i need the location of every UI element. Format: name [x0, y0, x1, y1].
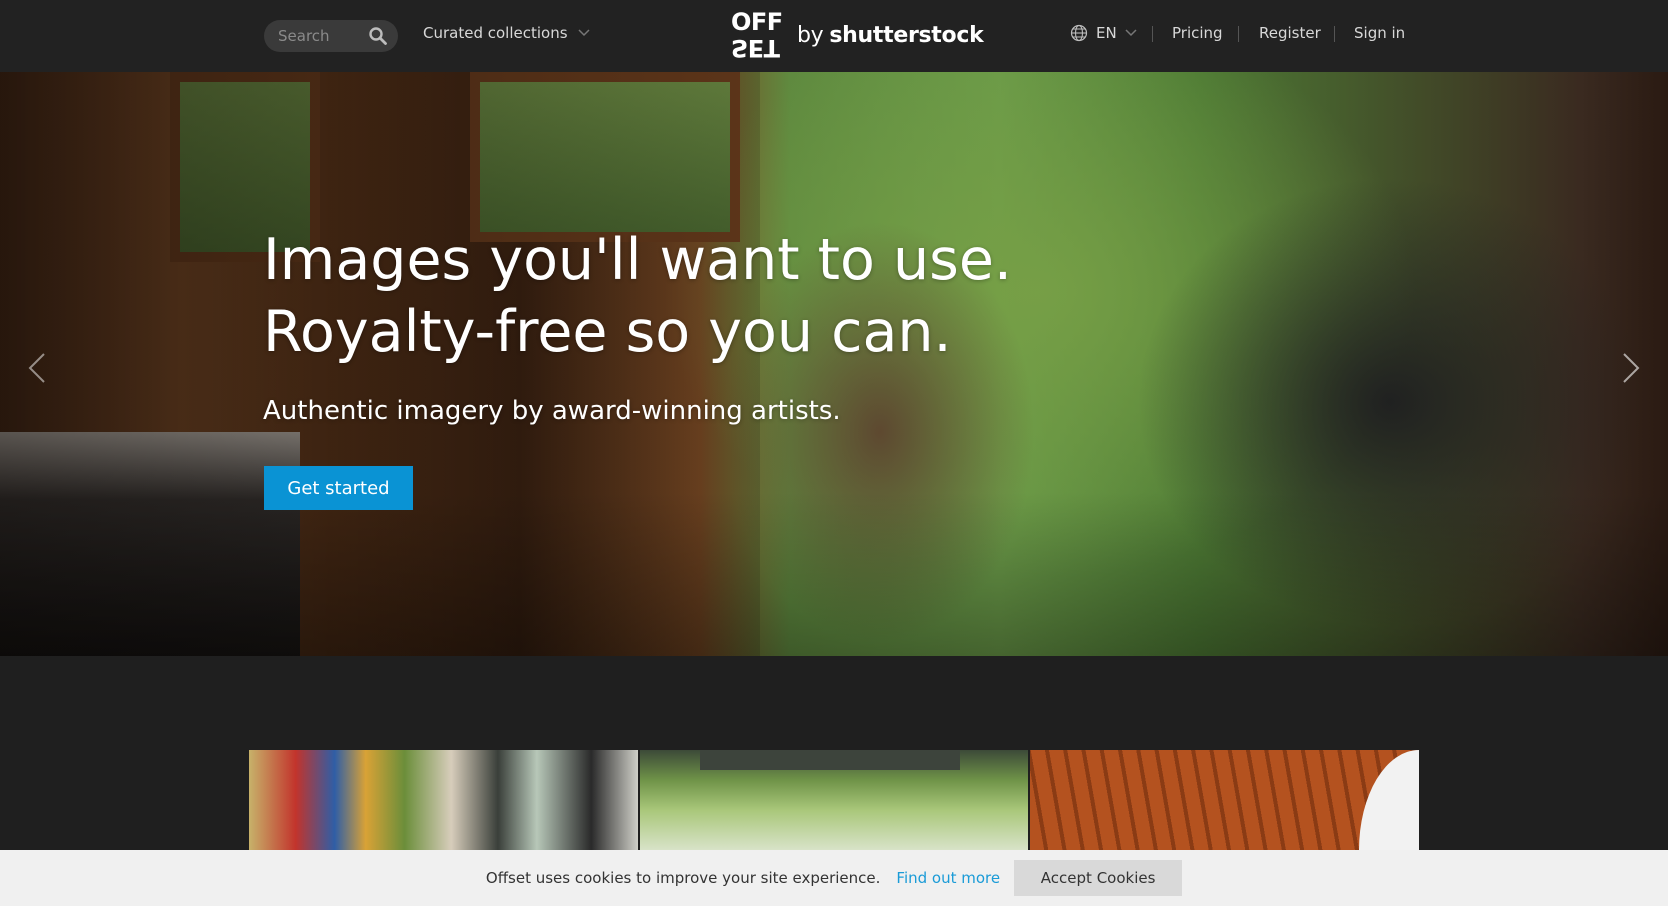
thumbnail-image[interactable]: [639, 750, 1029, 850]
thumbnail-detail: [1359, 750, 1420, 850]
curated-collections-menu[interactable]: Curated collections: [423, 24, 590, 42]
search-icon[interactable]: [368, 26, 388, 46]
arrow-left-icon[interactable]: [22, 348, 52, 388]
logo-brand: shutterstock: [829, 22, 984, 48]
search-input[interactable]: [278, 20, 368, 52]
cookie-find-out-more-link[interactable]: Find out more: [896, 869, 1000, 887]
search-box[interactable]: [264, 20, 398, 52]
chevron-down-icon: [1125, 29, 1137, 37]
hero-banner: Images you'll want to use. Royalty-free …: [0, 72, 1668, 656]
top-header: Curated collections OFF SET byshuttersto…: [0, 0, 1668, 72]
nav-register-link[interactable]: Register: [1259, 24, 1321, 42]
hero-title-line1: Images you'll want to use.: [263, 227, 1013, 293]
nav-divider: [1238, 26, 1239, 42]
logo-mark-bottom: SET: [731, 34, 780, 62]
logo-mark-top: OFF: [731, 8, 783, 36]
offset-logo[interactable]: OFF SET by shutterstock: [731, 8, 984, 62]
nav-pricing-link[interactable]: Pricing: [1172, 24, 1223, 42]
cookie-banner: Offset uses cookies to improve your site…: [0, 850, 1668, 906]
arrow-right-icon[interactable]: [1616, 348, 1646, 388]
globe-icon: [1070, 24, 1088, 42]
logo-by: by: [797, 22, 824, 48]
offset-logo-mark: OFF SET: [731, 8, 787, 62]
thumbnail-image[interactable]: [249, 750, 638, 850]
accept-cookies-button[interactable]: Accept Cookies: [1014, 860, 1183, 896]
language-label: EN: [1096, 24, 1117, 42]
hero-subtitle: Authentic imagery by award-winning artis…: [263, 396, 841, 426]
curated-collections-label: Curated collections: [423, 24, 568, 42]
chevron-down-icon: [578, 29, 590, 37]
hero-title: Images you'll want to use. Royalty-free …: [263, 224, 1012, 368]
nav-divider: [1334, 26, 1335, 42]
hero-overlay: [0, 492, 1668, 656]
hero-title-line2: Royalty-free so you can.: [263, 299, 952, 365]
collection-thumbnails: [249, 750, 1420, 850]
logo-wordmark: by shutterstock: [797, 22, 984, 48]
language-selector[interactable]: EN: [1070, 24, 1137, 42]
get-started-button[interactable]: Get started: [264, 466, 413, 510]
thumbnail-detail: [699, 750, 960, 770]
cookie-message: Offset uses cookies to improve your site…: [485, 869, 881, 887]
thumbnail-image[interactable]: [1030, 750, 1420, 850]
nav-divider: [1152, 26, 1153, 42]
nav-sign-in-link[interactable]: Sign in: [1354, 24, 1405, 42]
